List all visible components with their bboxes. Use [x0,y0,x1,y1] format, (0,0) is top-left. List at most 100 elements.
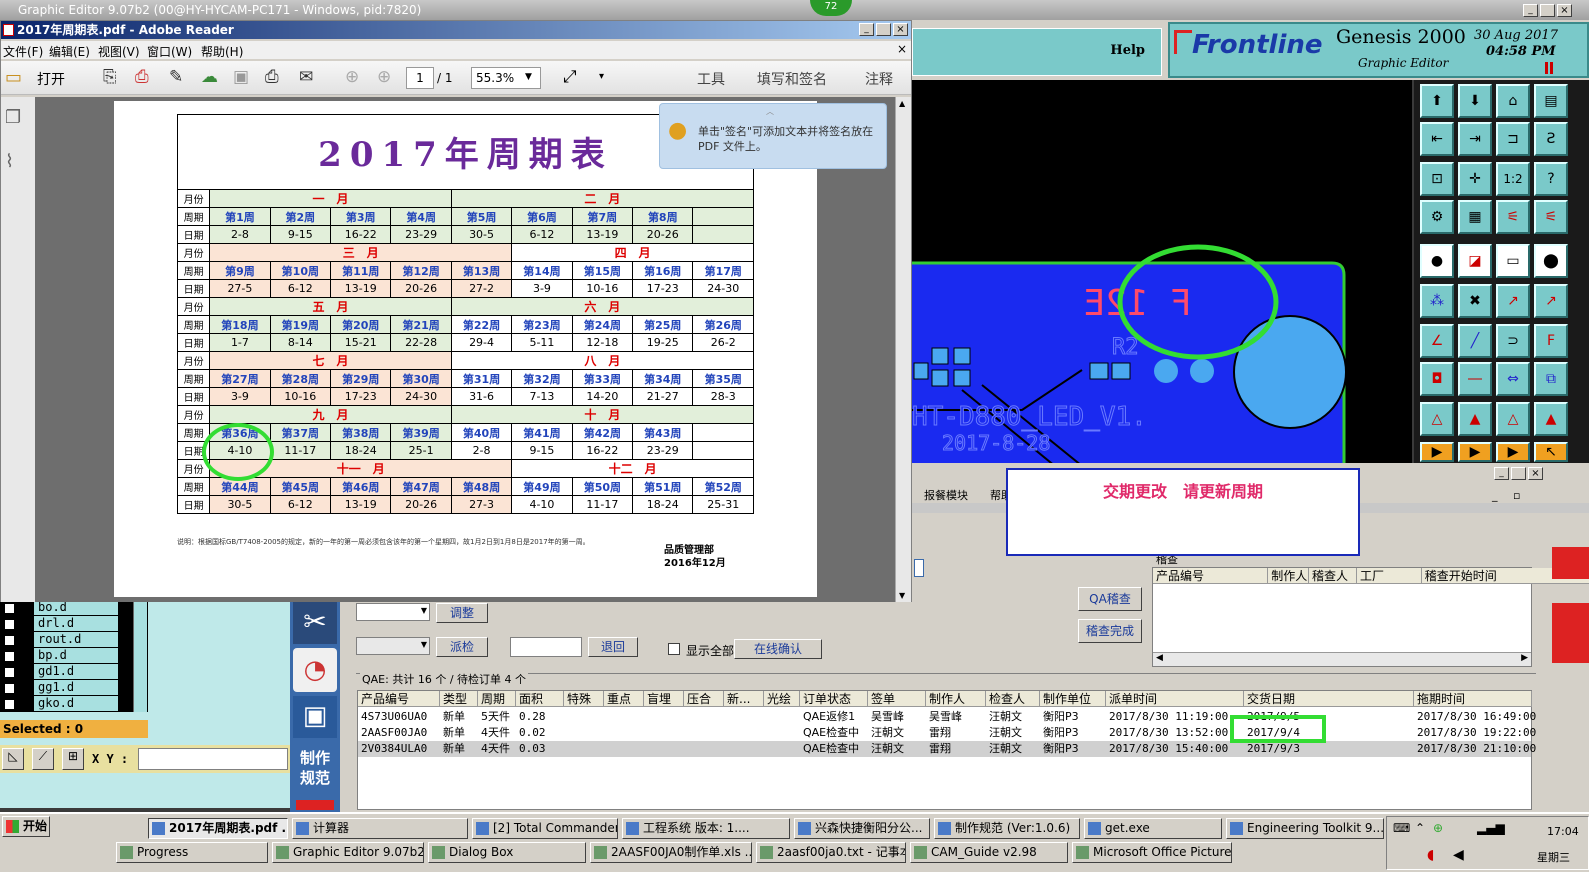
save-icon[interactable]: ▣ [293,696,337,738]
taskbar-button[interactable]: get.exe [1084,818,1222,839]
tool-icon[interactable]: ⇔ [1496,362,1530,396]
triangle-icon[interactable]: △ [1496,402,1530,436]
save-icon[interactable]: ▣ [233,67,249,87]
chevron-down-icon[interactable]: ▼ [525,72,532,82]
clock[interactable]: 17:04 [1547,825,1579,838]
genesis-title-bar[interactable]: Graphic Editor 9.07b2 (00@HY-HYCAM-PC171… [0,0,1589,20]
layer-checkbox[interactable] [4,635,15,646]
tool-icon[interactable]: ● [1420,244,1454,278]
page-number-input[interactable]: 1 [406,67,434,89]
layer-item[interactable]: gko.d [0,696,148,712]
layer-item[interactable]: bp.d [0,648,148,664]
fill-sign-button[interactable]: 填写和签名 [757,69,827,89]
menu-file[interactable]: 文件(F) [3,43,43,60]
column-header[interactable]: 派单时间 [1106,691,1244,707]
snap-icon[interactable]: ◺ [2,748,24,770]
maximize-button[interactable] [1511,467,1526,480]
grid-icon[interactable]: ▦ [1458,200,1492,234]
column-header[interactable]: 新... [724,691,764,707]
column-header[interactable]: 检查人 [986,691,1040,707]
return-input[interactable] [510,637,582,657]
comment-button[interactable]: 注释 [865,69,893,89]
audit-column-header[interactable]: 稽查人 [1309,568,1357,584]
layer-checkbox[interactable] [4,651,15,662]
layer-checkbox[interactable] [4,603,15,614]
table-row[interactable]: 2AASF00JA0 新单 4天件 0.02 QAE检查中 汪朝文 雷翔 汪朝文 衡阳P3 201… [358,725,1536,741]
minimize-button[interactable]: _ [859,23,874,36]
tool-icon[interactable]: ⬇ [1458,84,1492,118]
edit-icon[interactable]: ✎ [169,67,183,87]
fit-width-icon[interactable]: ⤢ [563,67,577,87]
tip-collapse-icon[interactable]: ︿ [766,106,774,117]
tool-icon[interactable]: F [1534,324,1568,358]
menu-edit[interactable]: 编辑(E) [49,43,90,60]
tool-icon[interactable]: ▶ [1458,442,1492,462]
scroll-up-icon[interactable]: ▲ [899,99,905,108]
tool-icon[interactable]: ▶ [1496,442,1530,462]
tool-icon[interactable]: ↗ [1534,284,1568,318]
minimize-button[interactable]: _ [1494,467,1509,480]
taskbar-button[interactable]: [2] Total Commander ... [472,818,618,839]
arc-icon[interactable]: ⊃ [1496,324,1530,358]
taskbar-button[interactable]: CAM_Guide v2.98 [910,842,1068,863]
start-button[interactable]: 开始 [2,816,50,837]
taskbar-button[interactable]: Dialog Box [428,842,586,863]
keyboard-icon[interactable]: ⌨ [1393,821,1410,835]
open-button[interactable]: 打开 [37,69,65,89]
adjust-select[interactable]: ▼ [356,603,430,621]
cross-icon[interactable]: ✖ [1458,284,1492,318]
layer-checkbox[interactable] [4,667,15,678]
tool-icon[interactable]: ▶ [1420,442,1454,462]
network-icon[interactable]: ▂▄▆ [1477,821,1505,835]
scale-icon[interactable]: 1:2 [1496,162,1530,196]
column-header[interactable]: 产品编号 [358,691,440,707]
pcb-canvas[interactable]: F 12E R2 HT-D880_LED_V1. 2017-8-28 [912,80,1412,481]
close-button[interactable]: × [1557,4,1572,17]
column-header[interactable]: 签单 [868,691,926,707]
scroll-left-icon[interactable]: ◀ [1156,653,1163,663]
menu-item[interactable]: 报餐模块 [924,487,968,503]
xy-input[interactable] [138,748,288,770]
scroll-down-icon[interactable]: ▼ [899,591,905,600]
tool-icon[interactable]: ∠ [1420,324,1454,358]
taskbar-button[interactable]: 2AASF00JA0制作单.xls ... [590,842,752,863]
layer-item[interactable]: gg1.d [0,680,148,696]
taskbar-button[interactable]: Graphic Editor 9.07b2 (0... [272,842,424,863]
column-header[interactable]: 制作单位 [1040,691,1106,707]
tray-app-icon[interactable]: ⊕ [1433,821,1443,835]
menu-window[interactable]: 窗口(W) [147,43,192,60]
taskbar-button[interactable]: Engineering Toolkit 9.... [1226,818,1384,839]
help-button[interactable]: Help [1110,43,1145,58]
column-header[interactable]: 拖期时间 [1414,691,1532,707]
layer-item[interactable]: rout.d [0,632,148,648]
maximize-button[interactable] [876,23,891,36]
layer-scrollbar[interactable] [133,600,147,712]
column-header[interactable]: 订单状态 [800,691,868,707]
audit-column-header[interactable]: 工厂 [1357,568,1422,584]
volume-icon[interactable]: ◀ [1453,847,1464,863]
menu-view[interactable]: 视图(V) [98,43,140,60]
column-header[interactable]: 面积 [516,691,564,707]
taskbar-button[interactable]: 2017年周期表.pdf ... [148,818,288,839]
tool-icon[interactable]: ⊐ [1496,122,1530,156]
close-doc-icon[interactable]: × [897,42,907,56]
tool-icon[interactable]: ↗ [1496,284,1530,318]
taskbar-button[interactable]: Microsoft Office Picture ... [1072,842,1232,863]
column-header[interactable]: 制作人 [926,691,986,707]
layer-checkbox[interactable] [4,619,15,630]
taskbar-button[interactable]: Progress [116,842,268,863]
pdf-scrollbar[interactable]: ▲ ▼ [895,97,911,602]
minimize-button[interactable]: _ [1523,4,1538,17]
column-header[interactable]: 类型 [440,691,478,707]
email-icon[interactable]: ✉ [299,67,313,87]
page-down-icon[interactable]: ⊕ [377,67,391,87]
page-up-icon[interactable]: ⊕ [345,67,359,87]
table-row[interactable]: 2V0384ULA0 新单 4天件 0.03 QAE检查中 汪朝文 雷翔 汪朝文 衡阳P3 201… [358,741,1536,757]
dispatch-select[interactable]: ▼ [356,637,430,655]
folder-icon[interactable]: ▭ [5,67,22,88]
tool-icon[interactable]: ⇤ [1420,122,1454,156]
upload-icon[interactable]: ☁ [201,67,218,87]
tool-icon[interactable]: ⇥ [1458,122,1492,156]
layer-item[interactable]: drl.d [0,616,148,632]
tray-red-icon[interactable]: ◖ [1427,847,1434,863]
